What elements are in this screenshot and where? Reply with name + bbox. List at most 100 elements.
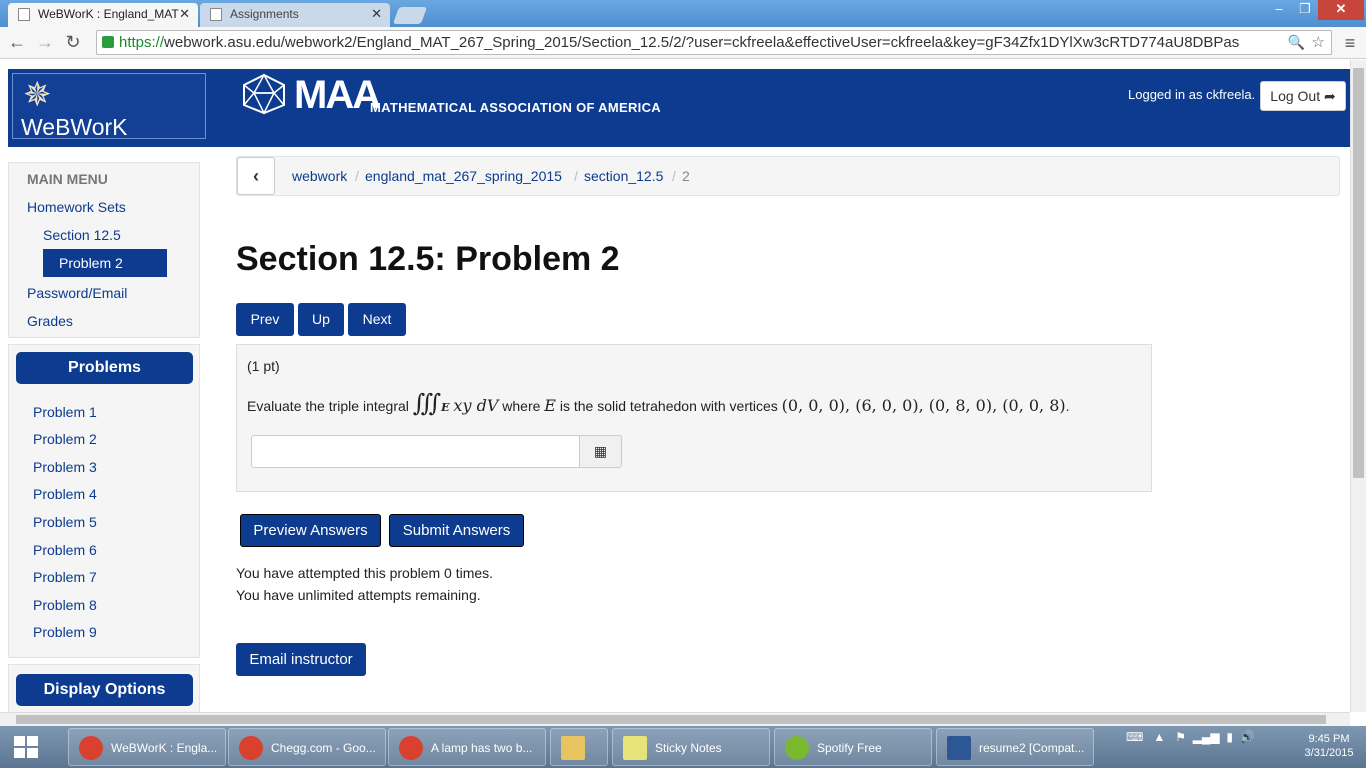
main-menu: MAIN MENU Homework Sets Section 12.5 Pro… (8, 162, 200, 338)
grades-link[interactable]: Grades (27, 313, 73, 329)
horizontal-scrollbar[interactable] (0, 712, 1350, 726)
current-problem-link[interactable]: Problem 2 (43, 249, 167, 277)
volume-icon[interactable]: 🔊 (1240, 730, 1255, 744)
bookmark-star-icon[interactable]: ☆ (1312, 31, 1325, 54)
page-icon (18, 8, 30, 21)
prev-button[interactable]: Prev (236, 303, 294, 336)
maximize-button[interactable]: ❐ (1292, 0, 1318, 20)
problem-link[interactable]: Problem 4 (33, 486, 97, 502)
chrome-icon (79, 736, 103, 760)
tab-assignments[interactable]: Assignments ✕ (200, 3, 390, 27)
webwork-logo-text: WeBWorK (21, 114, 128, 140)
problem-body: (1 pt) Evaluate the triple integral ∭E x… (236, 344, 1152, 492)
display-options-button[interactable]: Display Options (16, 674, 193, 706)
maa-logo-text: MAA (294, 73, 381, 117)
network-icon[interactable]: ▂▄▆ (1193, 730, 1220, 744)
url-scheme: https:// (119, 34, 165, 51)
problem-link[interactable]: Problem 3 (33, 459, 97, 475)
chrome-menu-icon[interactable]: ≡ (1340, 32, 1360, 54)
section-link[interactable]: Section 12.5 (43, 227, 121, 243)
breadcrumb-link[interactable]: england_mat_267_spring_2015 (365, 168, 562, 184)
close-window-button[interactable]: ✕ (1318, 0, 1364, 20)
chrome-icon (399, 736, 423, 760)
taskbar-clock[interactable]: 9:45 PM 3/31/2015 (1296, 732, 1362, 760)
breadcrumb: ‹ webwork / england_mat_267_spring_2015 … (236, 156, 1340, 196)
taskbar-item-explorer[interactable] (550, 728, 608, 766)
breadcrumb-link[interactable]: webwork (292, 168, 347, 184)
problem-text-where: where (502, 398, 541, 414)
close-tab-icon[interactable]: ✕ (179, 3, 190, 25)
triple-integral-symbol: ∭ (412, 389, 442, 417)
email-instructor-button[interactable]: Email instructor (236, 643, 366, 676)
preview-answers-button[interactable]: Preview Answers (240, 514, 381, 547)
display-options-panel: Display Options (8, 664, 200, 712)
answer-input[interactable] (251, 435, 581, 468)
minimize-button[interactable]: ‒ (1266, 0, 1292, 20)
back-arrow-icon[interactable]: ← (6, 31, 28, 53)
homework-sets-link[interactable]: Homework Sets (27, 199, 126, 215)
grid-icon[interactable]: ▦ (579, 435, 622, 468)
integrand: xy dV (453, 396, 499, 415)
lock-icon (102, 36, 114, 48)
clock-time: 9:45 PM (1308, 733, 1350, 745)
scroll-thumb[interactable] (1353, 68, 1364, 478)
taskbar-item-spotify[interactable]: Spotify Free (774, 728, 932, 766)
submit-answers-button[interactable]: Submit Answers (389, 514, 524, 547)
problem-link[interactable]: Problem 7 (33, 569, 97, 585)
taskbar-item-chrome[interactable]: A lamp has two b... (388, 728, 546, 766)
webwork-logo[interactable]: ✵ WeBWorK (12, 73, 206, 140)
action-center-icon[interactable]: ⚑ (1175, 730, 1186, 744)
reload-icon[interactable]: ↻ (62, 31, 84, 53)
attempt-count-text: You have attempted this problem 0 times. (236, 565, 494, 581)
taskbar-item-chrome[interactable]: WeBWorK : Engla... (68, 728, 226, 766)
new-tab-button[interactable] (392, 7, 428, 24)
problems-panel: Problems Problem 1 Problem 2 Problem 3 P… (8, 344, 200, 658)
address-bar[interactable]: https://webwork.asu.edu/webwork2/England… (96, 30, 1332, 55)
breadcrumb-separator: / (355, 168, 359, 184)
scroll-thumb[interactable] (16, 715, 1326, 724)
show-hidden-icons-icon[interactable]: ▲ (1153, 730, 1165, 744)
tab-webwork[interactable]: WeBWorK : England_MAT ✕ (8, 3, 198, 27)
problem-link[interactable]: Problem 9 (33, 624, 97, 640)
taskbar-item-sticky-notes[interactable]: Sticky Notes (612, 728, 770, 766)
logout-button[interactable]: Log Out ➦ (1260, 81, 1346, 111)
taskbar-label: Sticky Notes (655, 741, 722, 755)
word-icon (947, 736, 971, 760)
next-button[interactable]: Next (348, 303, 406, 336)
problem-link[interactable]: Problem 8 (33, 597, 97, 613)
taskbar-label: Chegg.com - Goo... (271, 741, 376, 755)
keyboard-icon[interactable]: ⌨ (1126, 730, 1143, 744)
problem-link[interactable]: Problem 6 (33, 542, 97, 558)
close-tab-icon[interactable]: ✕ (371, 3, 382, 25)
breadcrumb-link[interactable]: section_12.5 (584, 168, 663, 184)
problem-link[interactable]: Problem 5 (33, 514, 97, 530)
problems-heading-button[interactable]: Problems (16, 352, 193, 384)
up-button[interactable]: Up (298, 303, 344, 336)
problem-statement: Evaluate the triple integral ∭E xy dV wh… (247, 389, 1070, 417)
taskbar-label: resume2 [Compat... (979, 741, 1085, 755)
forward-arrow-icon[interactable]: → (34, 31, 56, 53)
integral-region: E (441, 401, 450, 414)
folder-icon (561, 736, 585, 760)
vertices: (0, 0, 0), (6, 0, 0), (0, 8, 0), (0, 0, … (781, 396, 1066, 415)
logged-in-text: Logged in as ckfreela. (1128, 87, 1256, 102)
taskbar-item-word[interactable]: resume2 [Compat... (936, 728, 1094, 766)
region-variable: E (544, 396, 556, 415)
period: . (1065, 398, 1070, 414)
problem-link[interactable]: Problem 1 (33, 404, 97, 420)
taskbar-item-chrome[interactable]: Chegg.com - Goo... (228, 728, 386, 766)
battery-icon[interactable]: ▮ (1226, 730, 1233, 744)
windows-start-icon[interactable] (6, 732, 46, 762)
problem-link[interactable]: Problem 2 (33, 431, 97, 447)
webwork-star-icon: ✵ (23, 76, 52, 114)
back-chevron-icon[interactable]: ‹ (237, 157, 275, 195)
zoom-icon[interactable]: 🔍 (1288, 31, 1305, 54)
maa-logo-icon (243, 73, 285, 115)
page-title: Section 12.5: Problem 2 (236, 240, 620, 278)
url-text: webwork.asu.edu/webwork2/England_MAT_267… (164, 34, 1240, 51)
password-email-link[interactable]: Password/Email (27, 285, 127, 301)
vertical-scrollbar[interactable] (1350, 60, 1366, 712)
site-banner: ✵ WeBWorK MAA MATHEMATICAL ASSOCIATION O… (8, 69, 1350, 147)
browser-tab-strip: WeBWorK : England_MAT ✕ Assignments ✕ ‒ … (0, 0, 1366, 27)
clock-date: 3/31/2015 (1304, 747, 1354, 759)
